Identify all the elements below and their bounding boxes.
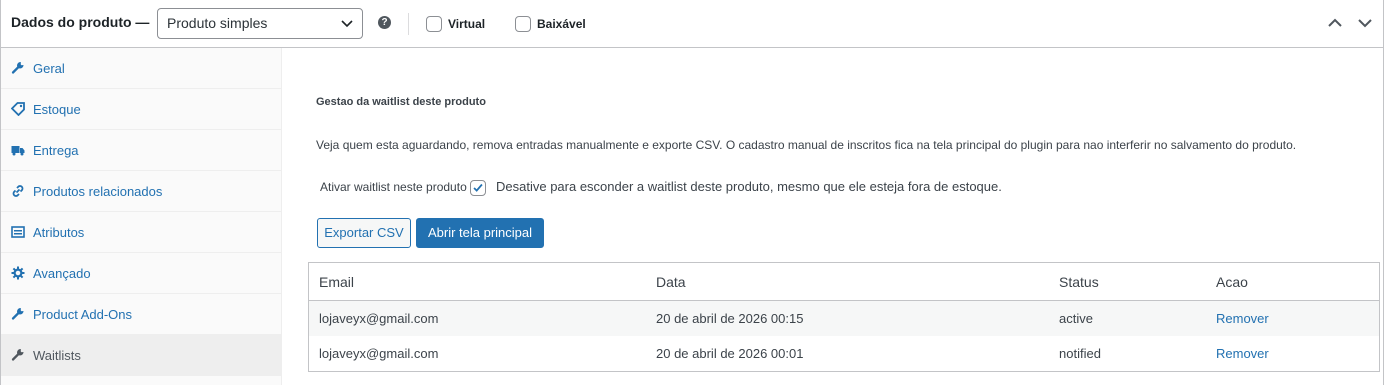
remove-link[interactable]: Remover bbox=[1216, 346, 1269, 361]
cell-date: 20 de abril de 2026 00:15 bbox=[646, 300, 1049, 336]
truck-icon bbox=[11, 146, 25, 156]
tab-label: Entrega bbox=[33, 142, 79, 158]
product-type-select[interactable]: Produto simples bbox=[157, 8, 363, 39]
panel-toggle-group bbox=[1327, 15, 1373, 31]
link-icon bbox=[12, 185, 24, 197]
waitlist-table: Email Data Status Acao lojaveyx@gmail.co… bbox=[308, 262, 1380, 372]
cell-email: lojaveyx@gmail.com bbox=[308, 300, 646, 336]
question-icon[interactable]: ? bbox=[378, 16, 391, 29]
tab-label: Avançado bbox=[33, 265, 91, 281]
tab-atributos[interactable]: Atributos bbox=[1, 212, 281, 253]
panel-header: Dados do produto — Produto simples ? Vir… bbox=[1, 0, 1383, 48]
divider bbox=[408, 13, 409, 35]
downloadable-label: Baixável bbox=[537, 17, 586, 31]
list-icon bbox=[11, 226, 25, 238]
tab-label: Product Add-Ons bbox=[33, 306, 132, 322]
tab-produtos-relacionados[interactable]: Produtos relacionados bbox=[1, 171, 281, 212]
section-title: Gestao da waitlist deste produto bbox=[316, 96, 486, 108]
cell-email: lojaveyx@gmail.com bbox=[319, 346, 439, 361]
product-type-value: Produto simples bbox=[167, 15, 268, 31]
tab-entrega[interactable]: Entrega bbox=[1, 130, 281, 171]
enable-waitlist-description: Desative para esconder a waitlist deste … bbox=[496, 179, 1002, 194]
cell-status: notified bbox=[1059, 346, 1101, 361]
column-header-email: Email bbox=[308, 262, 646, 301]
downloadable-checkbox[interactable] bbox=[515, 16, 531, 32]
chevron-down-icon[interactable] bbox=[1357, 15, 1373, 31]
checkmark-icon bbox=[473, 183, 483, 192]
cell-action: Remover bbox=[1206, 336, 1380, 372]
remove-link[interactable]: Remover bbox=[1216, 311, 1269, 326]
column-header-date: Data bbox=[646, 262, 1049, 301]
tab-label: Atributos bbox=[33, 224, 85, 240]
waitlist-panel: Gestao da waitlist deste produto Veja qu… bbox=[283, 48, 1383, 385]
wrench-icon bbox=[11, 349, 24, 361]
product-data-panel: Dados do produto — Produto simples ? Vir… bbox=[0, 0, 1384, 385]
virtual-label: Virtual bbox=[448, 17, 486, 31]
cell-status: active bbox=[1049, 300, 1206, 336]
tab-label: Estoque bbox=[33, 101, 81, 117]
table-row: lojaveyx@gmail.com 20 de abril de 2026 0… bbox=[309, 336, 1380, 372]
open-main-screen-button[interactable]: Abrir tela principal bbox=[416, 218, 544, 248]
table-header-row: Email Data Status Acao bbox=[308, 262, 1380, 301]
tab-label: Waitlists bbox=[33, 347, 81, 363]
export-csv-button[interactable]: Exportar CSV bbox=[317, 218, 411, 248]
wrench-icon bbox=[11, 62, 24, 74]
section-description: Veja quem esta aguardando, remova entrad… bbox=[316, 138, 1297, 152]
cell-date: 20 de abril de 2026 00:01 bbox=[656, 346, 804, 361]
cell-action: Remover bbox=[1206, 300, 1380, 336]
wrench-icon bbox=[11, 308, 24, 320]
product-data-tabs: Geral Estoque Entrega Produtos relaciona… bbox=[1, 48, 282, 385]
column-header-status: Status bbox=[1049, 262, 1206, 301]
panel-title: Dados do produto — bbox=[11, 14, 150, 30]
enable-waitlist-checkbox[interactable] bbox=[470, 180, 486, 196]
tab-geral[interactable]: Geral bbox=[1, 48, 281, 89]
tab-avancado[interactable]: Avançado bbox=[1, 253, 281, 294]
table-row: lojaveyx@gmail.com 20 de abril de 2026 0… bbox=[308, 300, 1380, 336]
tab-product-add-ons[interactable]: Product Add-Ons bbox=[1, 294, 281, 335]
tab-label: Produtos relacionados bbox=[33, 183, 163, 199]
enable-waitlist-label: Ativar waitlist neste produto bbox=[320, 180, 467, 194]
tab-label: Geral bbox=[33, 60, 65, 76]
chevron-down-icon bbox=[341, 20, 353, 28]
tag-icon bbox=[11, 102, 25, 116]
virtual-checkbox[interactable] bbox=[426, 16, 442, 32]
column-header-action: Acao bbox=[1206, 262, 1380, 301]
chevron-up-icon[interactable] bbox=[1327, 15, 1343, 31]
tab-waitlists[interactable]: Waitlists bbox=[1, 335, 281, 376]
tab-estoque[interactable]: Estoque bbox=[1, 89, 281, 130]
gear-icon bbox=[11, 266, 25, 280]
